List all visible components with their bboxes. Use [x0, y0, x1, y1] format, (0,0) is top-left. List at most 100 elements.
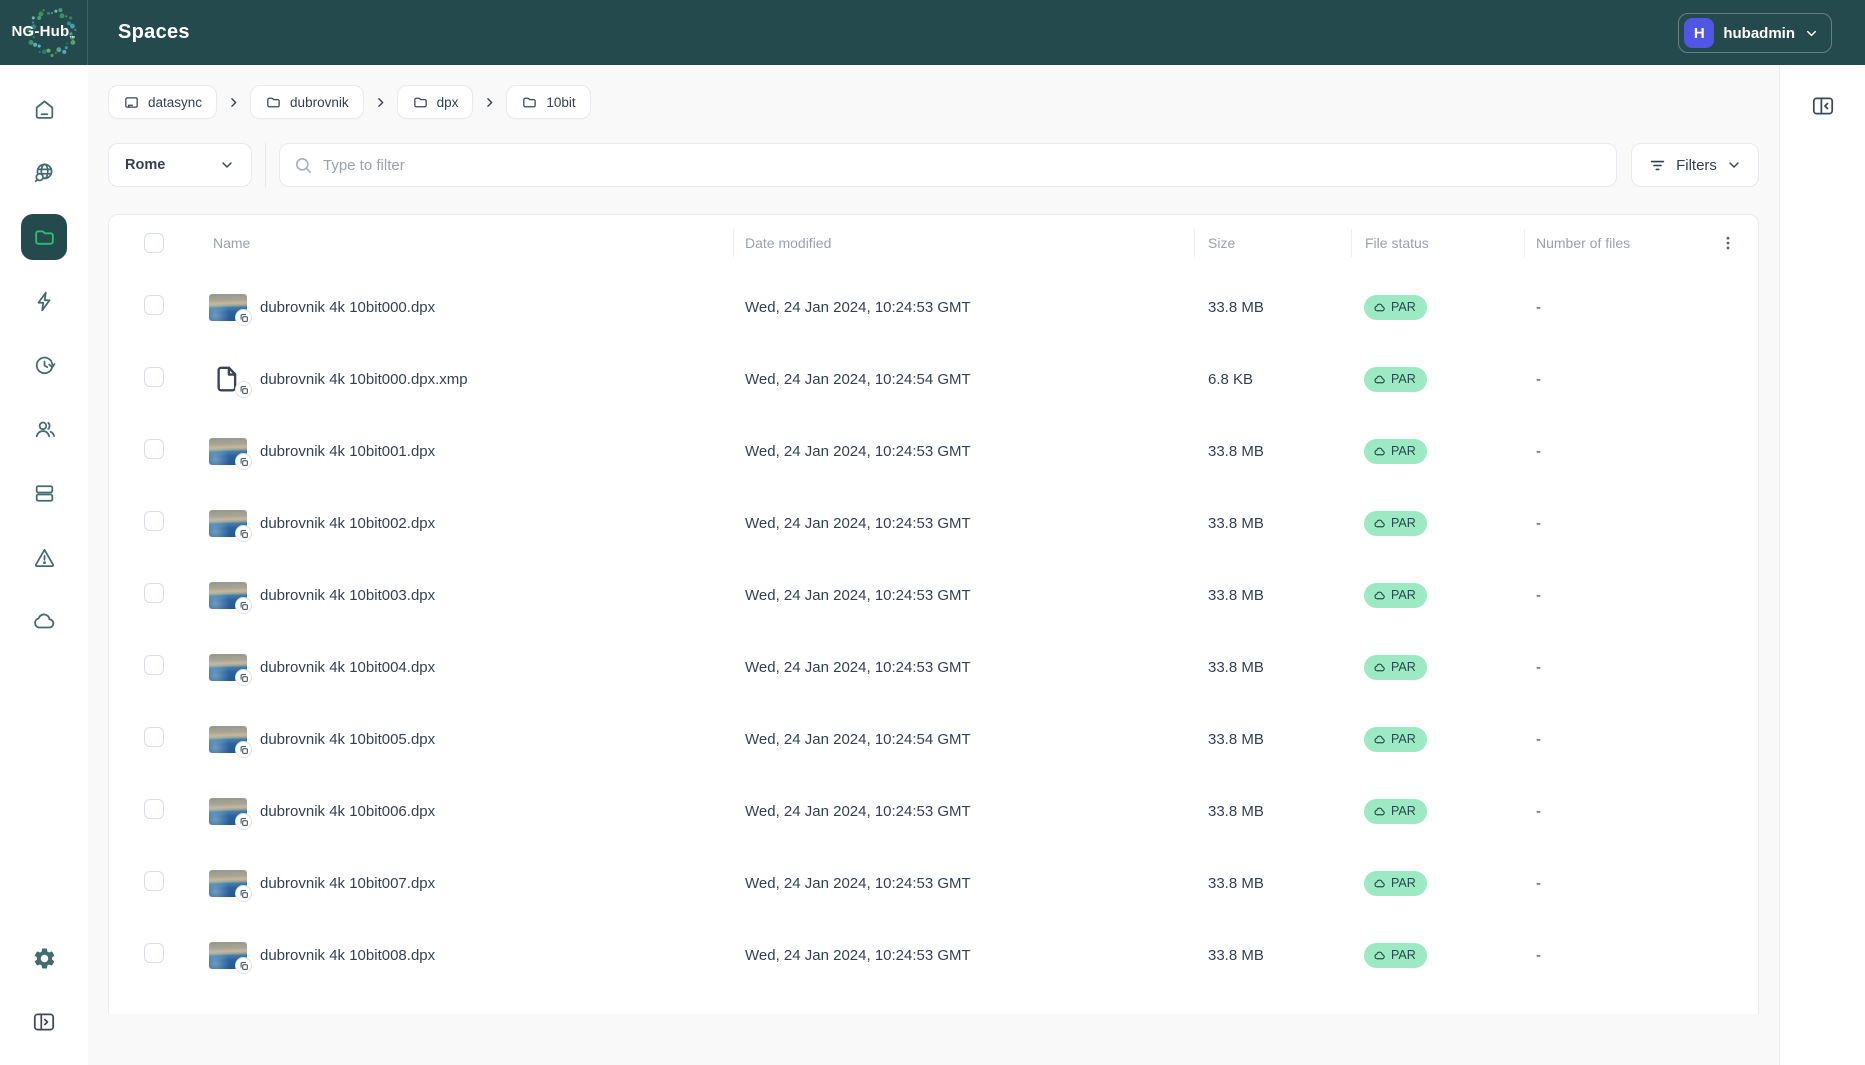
sidebar-item-cloud[interactable]: [21, 598, 67, 644]
sidebar-item-history[interactable]: [21, 342, 67, 388]
table-row[interactable]: dubrovnik 4k 10bit001.dpx Wed, 24 Jan 20…: [109, 415, 1758, 487]
file-modified: Wed, 24 Jan 2024, 10:24:53 GMT: [745, 874, 971, 892]
file-size: 33.8 MB: [1208, 586, 1264, 604]
row-checkbox[interactable]: [144, 582, 164, 603]
table-body: dubrovnik 4k 10bit000.dpx Wed, 24 Jan 20…: [109, 271, 1758, 1014]
globe-search-icon: [34, 163, 53, 183]
status-badge: PAR: [1364, 726, 1427, 752]
breadcrumb-item-datasync[interactable]: datasync: [108, 85, 218, 119]
kebab-menu-icon: [1726, 236, 1729, 250]
folder-icon: [267, 97, 280, 107]
cloud-status-icon: [1374, 879, 1385, 887]
file-size: 33.8 MB: [1208, 730, 1264, 748]
site-selector[interactable]: Rome: [108, 143, 252, 187]
row-checkbox[interactable]: [144, 726, 164, 747]
sidebar-item-spaces[interactable]: [21, 214, 67, 260]
column-header-size[interactable]: Size: [1194, 215, 1351, 271]
column-header-file-status[interactable]: File status: [1351, 215, 1524, 271]
file-name[interactable]: dubrovnik 4k 10bit003.dpx: [260, 587, 435, 604]
table-row[interactable]: dubrovnik 4k 10bit000.dpx.xmp Wed, 24 Ja…: [109, 343, 1758, 415]
file-name[interactable]: dubrovnik 4k 10bit000.dpx: [260, 299, 435, 316]
row-checkbox[interactable]: [144, 438, 164, 459]
table-row[interactable]: dubrovnik 4k 10bit009.dpx Wed, 24 Jan 20…: [109, 991, 1758, 1014]
table-options-button[interactable]: [1719, 234, 1737, 252]
users-icon: [35, 421, 55, 437]
breadcrumb-label: dpx: [436, 94, 459, 110]
table-row[interactable]: dubrovnik 4k 10bit003.dpx Wed, 24 Jan 20…: [109, 559, 1758, 631]
column-header-date-modified[interactable]: Date modified: [733, 215, 1194, 271]
file-name[interactable]: dubrovnik 4k 10bit007.dpx: [260, 875, 435, 892]
search-icon: [295, 157, 312, 173]
row-select-cell: [109, 654, 177, 680]
file-thumbnail: [209, 437, 252, 470]
clock-history-icon: [35, 356, 55, 374]
right-panel-toggle[interactable]: [1810, 93, 1836, 122]
breadcrumb-label: 10bit: [546, 94, 576, 110]
table-row[interactable]: dubrovnik 4k 10bit005.dpx Wed, 24 Jan 20…: [109, 703, 1758, 775]
select-all-checkbox[interactable]: [144, 233, 164, 253]
table-row[interactable]: dubrovnik 4k 10bit006.dpx Wed, 24 Jan 20…: [109, 775, 1758, 847]
sidebar-item-users[interactable]: [21, 406, 67, 452]
sidebar-item-alerts[interactable]: [21, 534, 67, 580]
status-cell: PAR: [1351, 510, 1524, 536]
file-name[interactable]: dubrovnik 4k 10bit008.dpx: [260, 947, 435, 964]
site-selector-value: Rome: [125, 157, 166, 173]
status-label: PAR: [1391, 660, 1416, 674]
status-badge: PAR: [1364, 942, 1427, 968]
column-header-name[interactable]: Name: [177, 215, 733, 271]
row-checkbox[interactable]: [144, 654, 164, 675]
space-icon: [125, 96, 138, 108]
folder-icon: [34, 229, 54, 245]
panel-expand-icon: [33, 1013, 55, 1031]
row-checkbox[interactable]: [144, 294, 164, 315]
file-name[interactable]: dubrovnik 4k 10bit002.dpx: [260, 515, 435, 532]
file-thumbnail: [209, 1013, 247, 1014]
row-checkbox[interactable]: [144, 366, 164, 387]
app-logo[interactable]: NG-Hub™: [0, 0, 88, 65]
status-label: PAR: [1391, 516, 1416, 530]
breadcrumb-label: dubrovnik: [290, 94, 349, 110]
versions-badge-icon: [235, 453, 252, 470]
status-cell: PAR: [1351, 438, 1524, 464]
table-row[interactable]: dubrovnik 4k 10bit004.dpx Wed, 24 Jan 20…: [109, 631, 1758, 703]
filter-toolbar: Rome Filters: [108, 143, 1759, 187]
filters-button[interactable]: Filters: [1631, 143, 1759, 187]
sidebar-collapse-toggle[interactable]: [21, 999, 67, 1045]
row-checkbox[interactable]: [144, 870, 164, 891]
sidebar-item-settings[interactable]: [21, 935, 67, 981]
breadcrumb-item-dpx[interactable]: dpx: [396, 85, 474, 119]
name-cell: dubrovnik 4k 10bit005.dpx: [177, 725, 733, 758]
row-checkbox[interactable]: [144, 798, 164, 819]
file-name[interactable]: dubrovnik 4k 10bit001.dpx: [260, 443, 435, 460]
table-row[interactable]: dubrovnik 4k 10bit008.dpx Wed, 24 Jan 20…: [109, 919, 1758, 991]
status-badge: PAR: [1364, 294, 1427, 320]
user-menu[interactable]: H hubadmin: [1678, 13, 1832, 53]
breadcrumb-item-10bit[interactable]: 10bit: [506, 85, 591, 119]
file-modified: Wed, 24 Jan 2024, 10:24:53 GMT: [745, 946, 971, 964]
file-thumbnail: [209, 941, 252, 974]
table-row[interactable]: dubrovnik 4k 10bit002.dpx Wed, 24 Jan 20…: [109, 487, 1758, 559]
file-name[interactable]: dubrovnik 4k 10bit000.dpx.xmp: [260, 371, 468, 388]
chevron-down-icon: [1729, 162, 1739, 168]
row-checkbox[interactable]: [144, 510, 164, 531]
sidebar-item-jobs[interactable]: [21, 278, 67, 324]
file-name[interactable]: dubrovnik 4k 10bit006.dpx: [260, 803, 435, 820]
top-bar: NG-Hub™ Spaces H hubadmin: [0, 0, 1865, 65]
versions-badge-icon: [235, 669, 252, 686]
file-name[interactable]: dubrovnik 4k 10bit005.dpx: [260, 731, 435, 748]
table-row[interactable]: dubrovnik 4k 10bit000.dpx Wed, 24 Jan 20…: [109, 271, 1758, 343]
table-header: Name Date modified Size File status Numb…: [109, 215, 1758, 271]
sidebar-item-storage[interactable]: [21, 470, 67, 516]
sidebar-item-home[interactable]: [21, 86, 67, 132]
table-row[interactable]: dubrovnik 4k 10bit007.dpx Wed, 24 Jan 20…: [109, 847, 1758, 919]
row-select-cell: [109, 582, 177, 608]
row-checkbox[interactable]: [144, 942, 164, 963]
status-badge: PAR: [1364, 582, 1427, 608]
search-input[interactable]: [323, 156, 1602, 174]
sidebar-item-discover[interactable]: [21, 150, 67, 196]
column-header-number-of-files[interactable]: Number of files: [1524, 215, 1697, 271]
status-cell: PAR: [1351, 942, 1524, 968]
file-name[interactable]: dubrovnik 4k 10bit004.dpx: [260, 659, 435, 676]
status-badge: PAR: [1364, 654, 1427, 680]
breadcrumb-item-dubrovnik[interactable]: dubrovnik: [250, 85, 364, 119]
